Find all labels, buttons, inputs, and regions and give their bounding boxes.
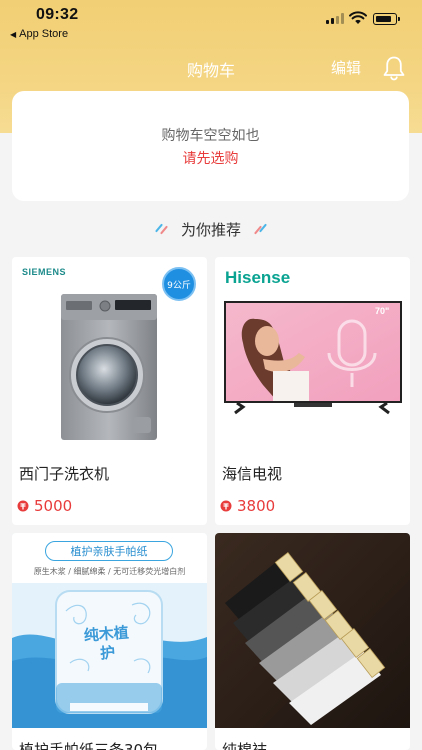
- battery-level: [375, 15, 391, 22]
- product-name: 海信电视: [222, 465, 283, 483]
- price-tag-icon: [17, 500, 29, 512]
- screen-size-label: 70": [375, 306, 390, 316]
- product-card[interactable]: 植护亲肤手帕纸 原生木浆 / 细腻绵柔 / 无可迁移荧光增白剂 纯木植护 植护手…: [12, 533, 207, 750]
- price-value: 5000: [34, 497, 73, 515]
- product-card[interactable]: 纯棉袜: [215, 533, 410, 750]
- product-image-television[interactable]: Hisense 70": [215, 257, 410, 452]
- bell-icon[interactable]: [382, 55, 406, 81]
- empty-cart-card: 购物车空空如也 请先选购: [12, 91, 409, 201]
- left-decoration-icon: [153, 222, 169, 236]
- product-price: 5000: [17, 497, 72, 515]
- product-name: 植护手帕纸三条30包: [19, 741, 159, 750]
- product-image-socks[interactable]: [215, 533, 410, 728]
- battery-icon: [373, 13, 400, 25]
- product-image-tissue-pack[interactable]: 植护亲肤手帕纸 原生木浆 / 细腻绵柔 / 无可迁移荧光增白剂 纯木植护: [12, 533, 207, 728]
- recommend-header: 为你推荐: [0, 218, 422, 240]
- status-bar: 09:32 ◀ App Store: [0, 0, 422, 44]
- recommend-title: 为你推荐: [180, 220, 241, 239]
- product-image-washing-machine[interactable]: SIEMENS 9公斤: [12, 257, 207, 452]
- product-name: 纯棉袜: [222, 741, 268, 750]
- price-tag-icon: [220, 500, 232, 512]
- back-arrow-icon: ◀: [10, 30, 17, 39]
- right-decoration-icon: [253, 222, 269, 236]
- tissue-brand-text: 纯木植护: [83, 623, 130, 663]
- empty-cart-text: 购物车空空如也: [161, 128, 260, 144]
- washing-machine-icon: [61, 294, 157, 440]
- back-app-label: App Store: [19, 28, 69, 40]
- tissue-banner: 植护亲肤手帕纸: [45, 541, 173, 561]
- go-shopping-link[interactable]: 请先选购: [12, 148, 409, 168]
- cellular-signal-icon: [326, 13, 344, 24]
- product-name: 西门子洗衣机: [19, 465, 110, 483]
- product-card[interactable]: SIEMENS 9公斤 西门子洗衣机 5000: [12, 257, 207, 525]
- socks-icon: [215, 533, 410, 728]
- tissue-features: 原生木浆 / 细腻绵柔 / 无可迁移荧光增白剂: [33, 567, 186, 576]
- back-to-app-store[interactable]: ◀ App Store: [10, 28, 68, 40]
- edit-button[interactable]: 编辑: [331, 57, 361, 78]
- wifi-icon: [349, 11, 367, 24]
- status-time: 09:32: [36, 6, 79, 23]
- price-value: 3800: [237, 497, 276, 515]
- product-price: 3800: [220, 497, 275, 515]
- product-card[interactable]: Hisense 70" 海信电视 3800: [215, 257, 410, 525]
- television-icon: [224, 301, 402, 415]
